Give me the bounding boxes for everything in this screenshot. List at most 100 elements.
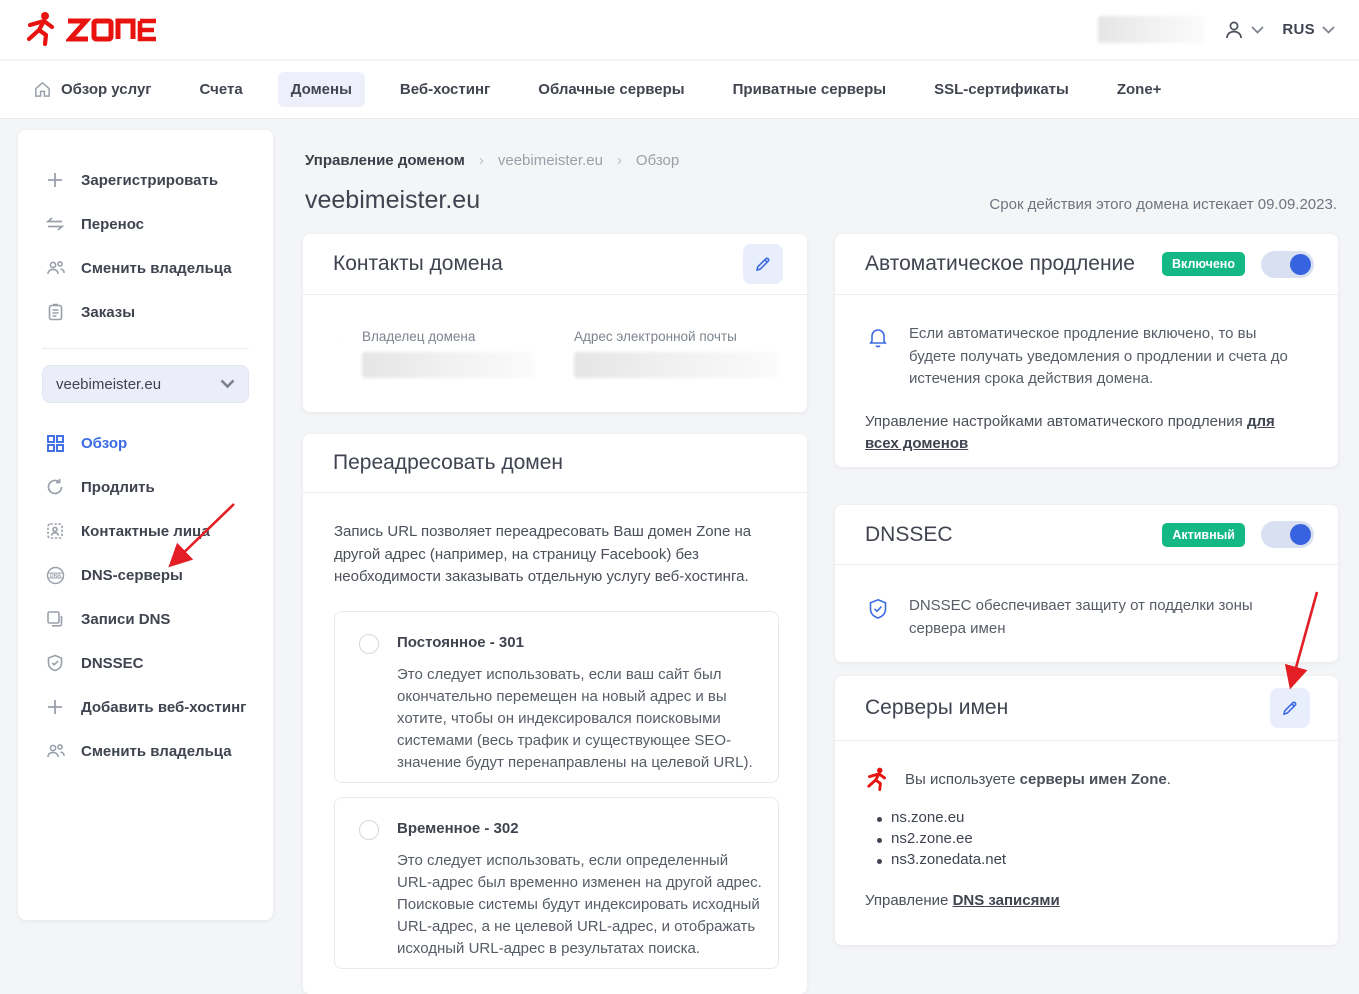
- nav-label: Обзор услуг: [61, 81, 152, 98]
- auto-renewal-footer: Управление настройками автоматического п…: [865, 411, 1305, 456]
- status-badge: Включено: [1162, 252, 1245, 276]
- nav-services-overview[interactable]: Обзор услуг: [20, 71, 165, 108]
- nav-cloud-servers[interactable]: Облачные серверы: [525, 72, 697, 107]
- zone-logo[interactable]: [24, 11, 158, 49]
- nav-label: SSL-сертификаты: [934, 81, 1069, 98]
- sidebar-item-renew[interactable]: Продлить: [18, 465, 273, 509]
- zone-wordmark: [66, 17, 158, 43]
- nav-ssl-certificates[interactable]: SSL-сертификаты: [921, 72, 1082, 107]
- sidebar-divider: [42, 348, 249, 349]
- nav-domains[interactable]: Домены: [278, 72, 365, 107]
- email-value-redacted: [574, 352, 779, 378]
- dns-records-link[interactable]: DNS записями: [953, 892, 1060, 909]
- users-icon: [44, 740, 66, 762]
- main-nav: Обзор услуг Счета Домены Веб-хостинг Обл…: [0, 61, 1359, 119]
- breadcrumb-separator: ›: [479, 152, 484, 169]
- auto-renewal-description: Если автоматическое продление включено, …: [909, 323, 1301, 391]
- redirect-option-302: Временное - 302 Это следует использовать…: [334, 797, 779, 969]
- sidebar-item-contacts[interactable]: Контактные лица: [18, 509, 273, 553]
- chevron-down-icon: [1322, 26, 1335, 34]
- pencil-icon: [754, 255, 772, 273]
- radio-permanent-301[interactable]: [359, 634, 379, 654]
- card-title: Автоматическое продление: [865, 252, 1135, 276]
- nav-label: Приватные серверы: [733, 81, 886, 98]
- edit-nameservers-button[interactable]: [1270, 688, 1310, 728]
- sidebar-item-dns-servers[interactable]: DNS DNS-серверы: [18, 553, 273, 597]
- breadcrumb-domain[interactable]: veebimeister.eu: [498, 152, 603, 169]
- radio-temporary-302[interactable]: [359, 820, 379, 840]
- toggle-knob: [1290, 254, 1311, 275]
- edit-contacts-button[interactable]: [743, 244, 783, 284]
- nav-invoices[interactable]: Счета: [187, 72, 256, 107]
- sidebar-item-label: DNSSEC: [81, 655, 144, 672]
- nav-zone-plus[interactable]: Zone+: [1104, 72, 1175, 107]
- nameserver-item: ns2.zone.ee: [877, 830, 1310, 847]
- sidebar-item-transfer[interactable]: Перенос: [18, 202, 273, 246]
- email-column: Адрес электронной почты: [574, 329, 779, 378]
- domain-contacts-card: Контакты домена Владелец домена Адр: [303, 234, 807, 412]
- card-title: Серверы имен: [865, 696, 1008, 720]
- sidebar-item-label: Продлить: [81, 479, 155, 496]
- toggle-knob: [1290, 524, 1311, 545]
- option-302-description: Это следует использовать, если определен…: [397, 850, 763, 961]
- breadcrumb-domain-management[interactable]: Управление доменом: [305, 152, 465, 169]
- intro-suffix: .: [1167, 771, 1171, 788]
- sidebar-item-label: Перенос: [81, 216, 144, 233]
- sidebar-item-label: Записи DNS: [81, 611, 170, 628]
- language-label: RUS: [1282, 21, 1315, 38]
- transfer-arrows-icon: [44, 213, 66, 235]
- nav-webhosting[interactable]: Веб-хостинг: [387, 72, 503, 107]
- option-301-label: Постоянное - 301: [397, 634, 763, 651]
- sidebar-item-change-owner[interactable]: Сменить владельца: [18, 246, 273, 290]
- owner-label: Владелец домена: [362, 329, 534, 344]
- nameserver-list: ns.zone.eu ns2.zone.ee ns3.zonedata.net: [877, 809, 1310, 868]
- breadcrumb-overview[interactable]: Обзор: [636, 152, 679, 169]
- sidebar-item-overview[interactable]: Обзор: [18, 421, 273, 465]
- nav-private-servers[interactable]: Приватные серверы: [720, 72, 899, 107]
- dnssec-toggle[interactable]: [1261, 521, 1314, 548]
- shield-check-icon: [44, 652, 66, 674]
- clipboard-icon: [44, 301, 66, 323]
- zone-runner-icon: [865, 767, 889, 793]
- chevron-down-icon: [220, 379, 235, 389]
- option-301-description: Это следует использовать, если ваш сайт …: [397, 664, 763, 775]
- sidebar-item-label: Зарегистрировать: [81, 172, 218, 189]
- sidebar-item-dns-records[interactable]: Записи DNS: [18, 597, 273, 641]
- footer-text: Управление настройками автоматического п…: [865, 413, 1247, 430]
- dns-globe-icon: DNS: [44, 564, 66, 586]
- sidebar-item-add-webhosting[interactable]: Добавить веб-хостинг: [18, 685, 273, 729]
- plus-icon: [44, 696, 66, 718]
- sidebar-item-register[interactable]: Зарегистрировать: [18, 158, 273, 202]
- language-selector[interactable]: RUS: [1282, 21, 1335, 38]
- page: RUS Обзор услуг Счета Домены Веб-хостинг…: [0, 0, 1359, 965]
- account-menu[interactable]: [1222, 18, 1264, 42]
- plus-icon: [44, 169, 66, 191]
- bell-icon: [865, 323, 891, 391]
- nameservers-intro: Вы используете серверы имен Zone.: [905, 769, 1171, 792]
- dnssec-card: DNSSEC Активный DNSSEC обеспечивает защи…: [835, 505, 1338, 662]
- account-name-redacted: [1098, 16, 1204, 43]
- dnssec-description: DNSSEC обеспечивает защиту от подделки з…: [909, 595, 1309, 640]
- person-icon: [339, 329, 340, 357]
- sidebar-item-change-owner-2[interactable]: Сменить владельца: [18, 729, 273, 773]
- sidebar-item-dnssec[interactable]: DNSSEC: [18, 641, 273, 685]
- top-bar: RUS: [0, 0, 1359, 60]
- sidebar-item-label: DNS-серверы: [81, 567, 183, 584]
- auto-renewal-card: Автоматическое продление Включено Если а…: [835, 234, 1338, 467]
- intro-bold: серверы имен Zone: [1020, 771, 1167, 788]
- sidebar-item-orders[interactable]: Заказы: [18, 290, 273, 334]
- nav-label: Облачные серверы: [538, 81, 684, 98]
- auto-renewal-toggle[interactable]: [1261, 251, 1314, 278]
- expiry-notice: Срок действия этого домена истекает 09.0…: [989, 196, 1337, 213]
- nav-label: Домены: [291, 81, 352, 98]
- status-badge: Активный: [1162, 523, 1245, 547]
- card-title: DNSSEC: [865, 523, 953, 547]
- nameservers-footer: Управление DNS записями: [865, 890, 1310, 913]
- sidebar: Зарегистрировать Перенос Сменить владель…: [18, 130, 273, 920]
- pencil-icon: [1281, 699, 1299, 717]
- redirect-domain-card: Переадресовать домен Запись URL позволяе…: [303, 434, 807, 994]
- domain-selector[interactable]: veebimeister.eu: [42, 365, 249, 403]
- nav-label: Веб-хостинг: [400, 81, 490, 98]
- redirect-option-301: Постоянное - 301 Это следует использоват…: [334, 611, 779, 783]
- nav-label: Счета: [200, 81, 243, 98]
